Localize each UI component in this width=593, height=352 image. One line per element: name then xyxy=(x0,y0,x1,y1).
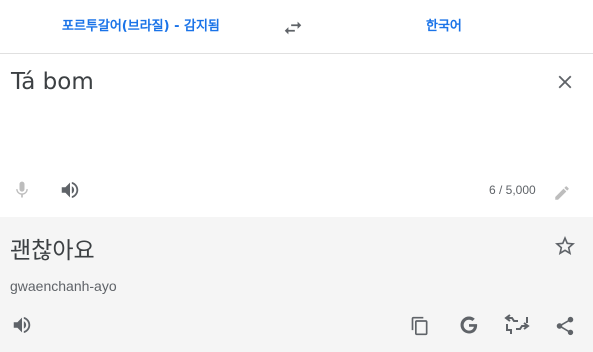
romanization-text: gwaenchanh-ayo xyxy=(10,278,117,294)
language-bar: 포르투갈어(브라질) - 감지됨 한국어 xyxy=(0,0,593,54)
pencil-icon[interactable] xyxy=(553,184,571,202)
star-icon[interactable] xyxy=(553,234,577,258)
source-language-tab[interactable]: 포르투갈어(브라질) - 감지됨 xyxy=(62,0,220,54)
source-text-input[interactable]: Tá bom xyxy=(11,69,94,95)
translation-panel: 괜찮아요 gwaenchanh-ayo xyxy=(0,217,593,352)
close-icon[interactable] xyxy=(554,71,576,93)
share-icon[interactable] xyxy=(554,315,576,337)
swap-icon[interactable] xyxy=(282,17,304,39)
mic-icon[interactable] xyxy=(12,179,32,201)
copy-icon[interactable] xyxy=(410,315,430,337)
google-g-icon[interactable] xyxy=(458,314,480,336)
source-panel: Tá bom 6 / 5,000 xyxy=(0,55,593,217)
speaker-icon[interactable] xyxy=(59,179,81,201)
translation-text: 괜찮아요 xyxy=(10,238,95,264)
feedback-icon[interactable] xyxy=(504,314,530,336)
speaker-icon[interactable] xyxy=(11,314,33,336)
target-language-tab[interactable]: 한국어 xyxy=(426,0,462,54)
character-count: 6 / 5,000 xyxy=(489,183,536,197)
